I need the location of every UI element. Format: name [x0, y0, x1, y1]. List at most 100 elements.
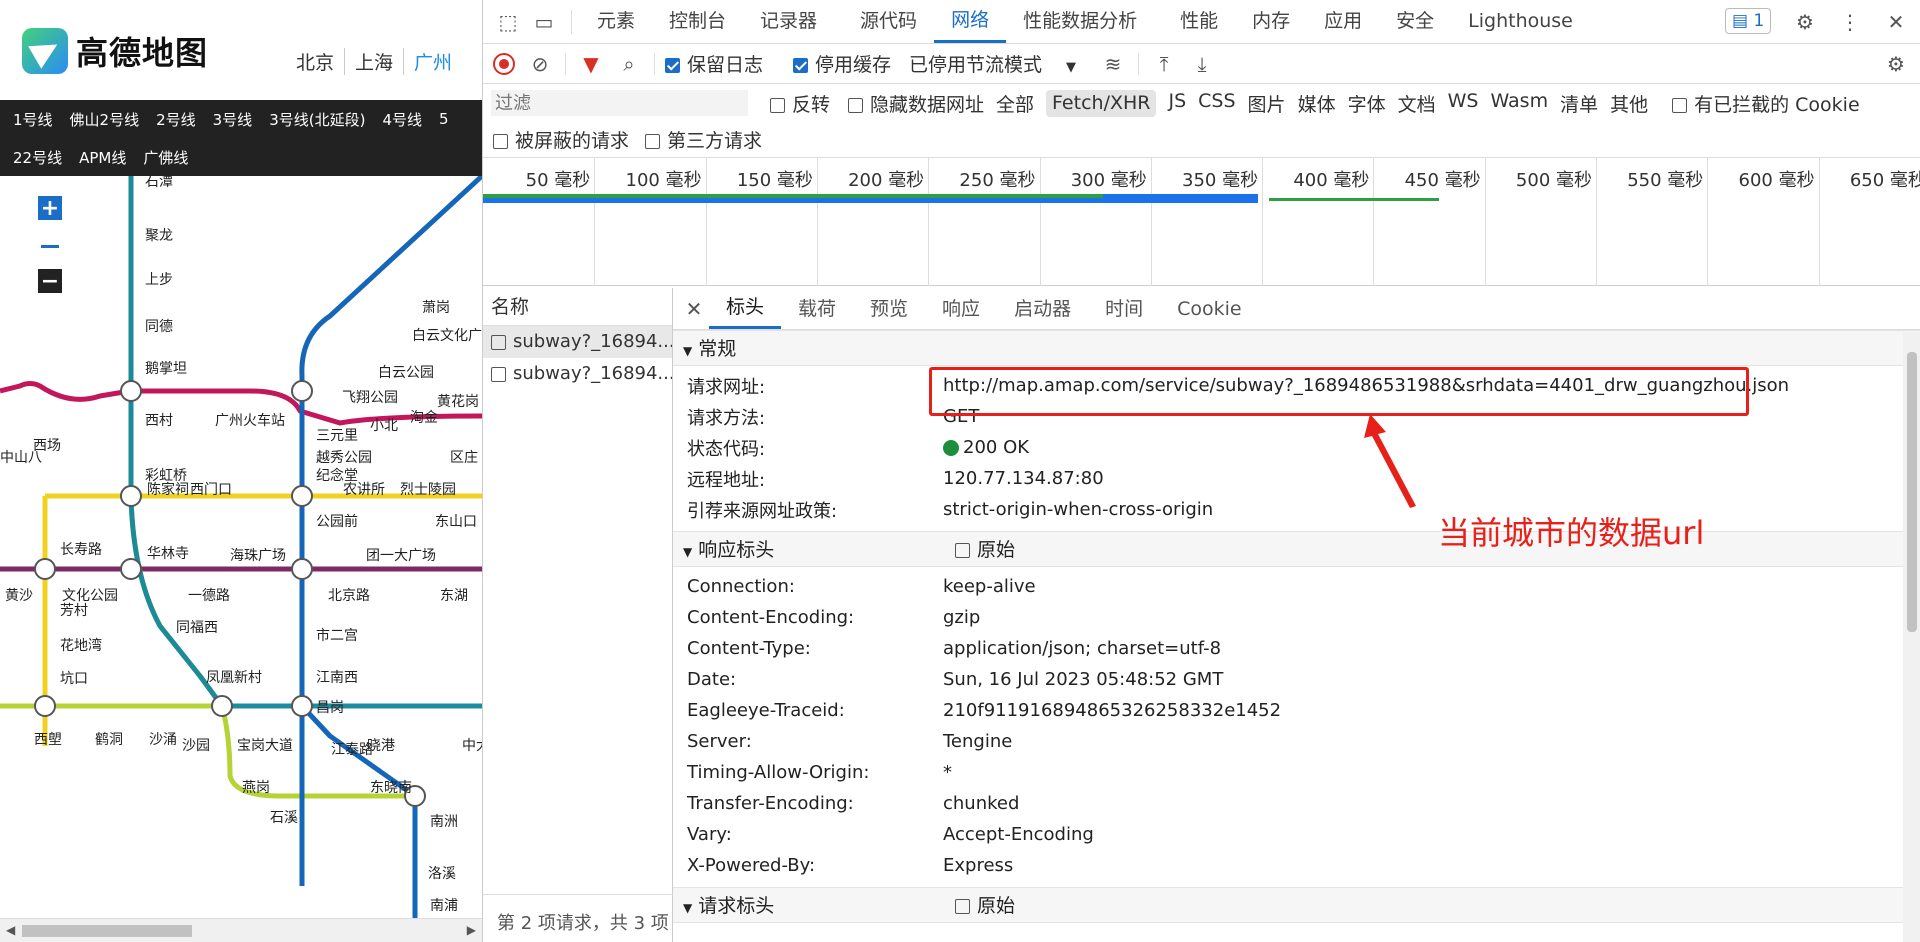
- station-label[interactable]: 同福西: [176, 620, 218, 636]
- resource-type-filter[interactable]: Fetch/XHR: [1046, 89, 1157, 117]
- amap-logo[interactable]: 高德地图: [22, 28, 208, 74]
- station-label[interactable]: 西塱: [34, 732, 62, 748]
- request-row[interactable]: subway?_16894...: [483, 326, 672, 358]
- close-icon[interactable]: ✕: [679, 294, 709, 324]
- station-label[interactable]: 长寿路: [60, 541, 102, 558]
- station-label[interactable]: 黄沙: [5, 587, 33, 604]
- detail-tab[interactable]: 载荷: [781, 289, 853, 329]
- metro-line-item[interactable]: 佛山2号线: [70, 109, 140, 130]
- devtools-tab[interactable]: Lighthouse: [1451, 0, 1590, 43]
- station-label[interactable]: 洛溪: [428, 866, 456, 882]
- issues-badge[interactable]: ▤ 1: [1725, 8, 1772, 34]
- network-conditions-icon[interactable]: ≋: [1098, 49, 1128, 79]
- settings-gear-icon[interactable]: ⚙: [1790, 7, 1820, 37]
- throttling-select[interactable]: 已停用节流模式 ▼: [909, 50, 1076, 77]
- devtools-tab[interactable]: 元素: [580, 0, 652, 43]
- station-label[interactable]: 燕岗: [242, 780, 270, 796]
- checkbox[interactable]: [848, 97, 864, 113]
- station-label[interactable]: 陈家祠: [147, 481, 189, 498]
- station-label[interactable]: 农讲所: [343, 482, 385, 498]
- metro-line-item[interactable]: 22号线: [13, 147, 62, 168]
- resource-type-filter[interactable]: JS: [1168, 90, 1186, 117]
- horizontal-scrollbar[interactable]: ◀ ▶: [0, 918, 482, 942]
- city-link-beijing[interactable]: 北京: [288, 48, 344, 75]
- scrollbar-thumb[interactable]: [1907, 352, 1917, 632]
- station-label[interactable]: 广州火车站: [215, 412, 285, 429]
- transfer-station-icon[interactable]: [291, 380, 313, 402]
- transfer-station-icon[interactable]: [291, 485, 313, 507]
- detail-tab[interactable]: 预览: [853, 289, 925, 329]
- subway-map[interactable]: 石潭 聚龙 上步 同德 鹅掌坦 西村 广州火车站 小北 淘金 黄花岗 西场 中山八 区庄 彩虹桥 越秀公园纪…: [0, 176, 482, 918]
- devtools-tab[interactable]: 性能: [1163, 0, 1235, 43]
- resource-type-filter[interactable]: 文档: [1398, 90, 1436, 117]
- filter-icon[interactable]: ▼: [576, 49, 606, 79]
- checkbox[interactable]: [493, 134, 508, 149]
- export-har-icon[interactable]: ⤓: [1187, 49, 1217, 79]
- metro-line-item[interactable]: 3号线(北延段): [269, 109, 365, 130]
- metro-line-item[interactable]: APM线: [79, 147, 126, 168]
- metro-line-item[interactable]: 4号线: [382, 109, 422, 130]
- station-label[interactable]: 坑口: [60, 671, 88, 687]
- more-options-icon[interactable]: ⋮: [1835, 7, 1865, 37]
- station-label[interactable]: 晓港: [367, 738, 395, 754]
- resource-type-filter[interactable]: 字体: [1348, 90, 1386, 117]
- station-label[interactable]: 中大: [462, 738, 482, 754]
- station-label[interactable]: 凤凰新村: [206, 670, 262, 686]
- disable-cache-checkbox[interactable]: 停用缓存: [793, 50, 891, 77]
- metro-line-item[interactable]: 3号线: [213, 109, 253, 130]
- station-label[interactable]: 萧岗: [422, 300, 450, 316]
- general-section-header[interactable]: ▼ 常规: [673, 330, 1920, 366]
- transfer-station-icon[interactable]: [211, 695, 233, 717]
- station-label[interactable]: 南浦: [430, 898, 458, 914]
- resource-type-filter[interactable]: Wasm: [1490, 90, 1548, 117]
- metro-line-item[interactable]: 1号线: [13, 109, 53, 130]
- checkbox[interactable]: [645, 134, 661, 149]
- station-label[interactable]: 同德: [145, 319, 173, 335]
- blocked-requests-checkbox[interactable]: 被屏蔽的请求: [493, 126, 629, 153]
- search-icon[interactable]: ⌕: [614, 49, 644, 79]
- checkbox[interactable]: [955, 899, 970, 914]
- station-label[interactable]: 芳村: [60, 602, 88, 619]
- checkbox[interactable]: [955, 543, 970, 558]
- station-label[interactable]: 小北: [370, 418, 398, 434]
- station-label[interactable]: 越秀公园: [316, 450, 372, 466]
- transfer-station-icon[interactable]: [291, 558, 313, 580]
- response-headers-section-header[interactable]: ▼ 响应标头 原始: [673, 531, 1920, 567]
- station-label[interactable]: 团一大广场: [366, 548, 436, 564]
- third-party-checkbox[interactable]: 第三方请求: [645, 126, 762, 153]
- checkbox[interactable]: [1672, 97, 1688, 113]
- station-label[interactable]: 东晓南: [370, 780, 412, 796]
- station-label[interactable]: 东山口: [435, 514, 477, 530]
- zoom-slider[interactable]: [41, 245, 59, 248]
- station-label[interactable]: 三元里: [316, 428, 358, 444]
- station-label[interactable]: 市二宫: [316, 627, 358, 644]
- station-label[interactable]: 沙涌: [149, 732, 177, 748]
- resource-type-filter[interactable]: WS: [1448, 90, 1479, 117]
- resource-type-filter[interactable]: 清单: [1560, 90, 1598, 117]
- import-har-icon[interactable]: ⤒: [1149, 49, 1179, 79]
- clear-icon[interactable]: ⊘: [525, 49, 555, 79]
- checkbox-checked[interactable]: [665, 58, 680, 73]
- transfer-station-icon[interactable]: [120, 380, 142, 402]
- devtools-tab[interactable]: 源代码: [843, 0, 934, 43]
- station-label[interactable]: 昌岗: [316, 700, 344, 716]
- station-label[interactable]: 石溪: [270, 810, 298, 826]
- station-label[interactable]: 淘金: [410, 410, 438, 426]
- metro-line-2-south[interactable]: [300, 704, 418, 918]
- detail-tab[interactable]: 启动器: [997, 289, 1088, 329]
- station-label[interactable]: 中山八: [0, 450, 42, 466]
- raw-toggle[interactable]: 原始: [955, 532, 1015, 568]
- scroll-left-icon[interactable]: ◀: [6, 923, 15, 937]
- station-label[interactable]: 江南西: [316, 670, 358, 686]
- name-column-header[interactable]: 名称: [483, 288, 672, 326]
- devtools-tab[interactable]: 网络: [934, 0, 1007, 43]
- station-label[interactable]: 北京路: [328, 588, 370, 604]
- station-label[interactable]: 烈士陵园: [400, 482, 456, 498]
- metro-line-item[interactable]: 广佛线: [143, 147, 188, 168]
- station-label[interactable]: 西村: [145, 413, 173, 429]
- station-label[interactable]: 区庄: [450, 449, 478, 466]
- station-label[interactable]: 鹤洞: [95, 732, 123, 748]
- blocked-cookies-checkbox[interactable]: 有已拦截的 Cookie: [1672, 90, 1860, 117]
- devtools-tab[interactable]: 内存: [1235, 0, 1307, 43]
- resource-type-filter[interactable]: CSS: [1198, 90, 1235, 117]
